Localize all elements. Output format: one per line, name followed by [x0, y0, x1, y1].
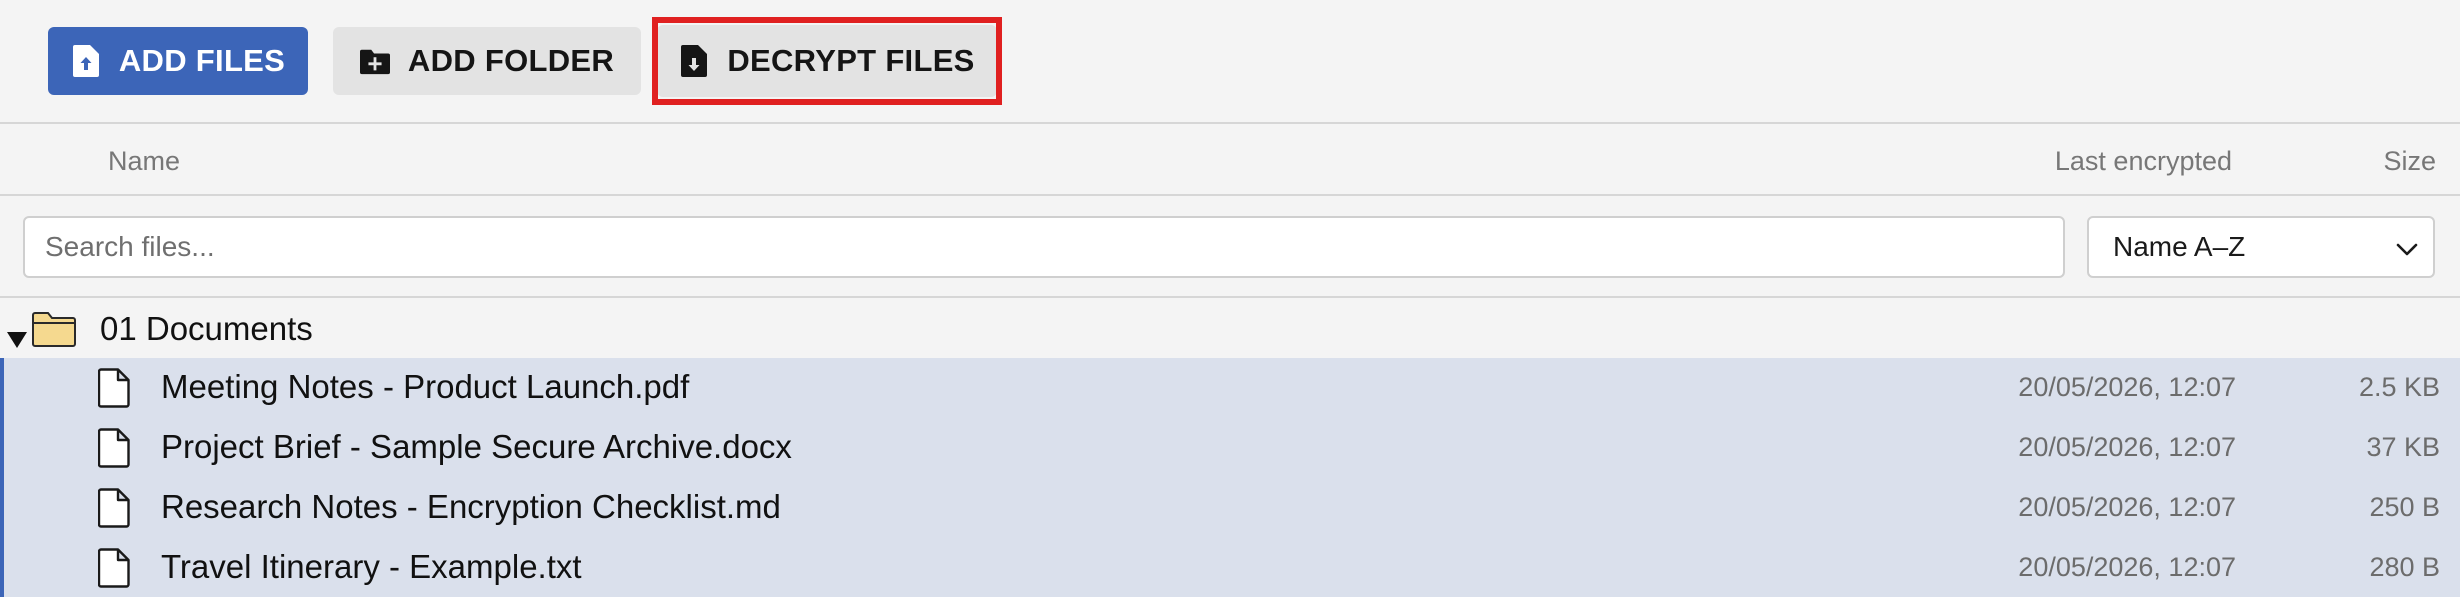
file-row[interactable]: Research Notes - Encryption Checklist.md… — [4, 478, 2460, 538]
file-name: Meeting Notes - Product Launch.pdf — [161, 368, 690, 405]
file-size: 250 B — [2369, 492, 2440, 522]
column-size[interactable]: Size — [2383, 146, 2436, 177]
file-date: 20/05/2026, 12:07 — [2018, 492, 2236, 522]
decrypt-files-label: DECRYPT FILES — [727, 43, 975, 78]
search-input[interactable] — [23, 216, 2065, 278]
file-icon — [97, 548, 130, 588]
column-header: Name Last encrypted Size — [0, 126, 2460, 196]
file-size: 280 B — [2369, 552, 2440, 582]
toolbar: ADD FILES ADD FOLDER DECRYPT FILES — [0, 0, 2460, 124]
folder-row[interactable]: 01 Documents — [0, 300, 2460, 358]
expand-triangle-icon[interactable] — [6, 320, 28, 348]
file-icon — [97, 488, 130, 528]
search-row: Name A–Z — [0, 198, 2460, 298]
column-name[interactable]: Name — [108, 146, 180, 177]
chevron-down-icon — [2395, 236, 2419, 260]
file-icon — [97, 428, 130, 468]
file-upload-icon — [71, 44, 101, 78]
add-files-label: ADD FILES — [118, 43, 286, 78]
file-row[interactable]: Project Brief - Sample Secure Archive.do… — [4, 418, 2460, 478]
folder-icon — [32, 311, 76, 347]
file-list: Meeting Notes - Product Launch.pdf 20/05… — [0, 358, 2460, 597]
file-icon — [97, 368, 130, 408]
file-name: Travel Itinerary - Example.txt — [161, 548, 582, 585]
file-row[interactable]: Meeting Notes - Product Launch.pdf 20/05… — [4, 358, 2460, 418]
add-folder-button[interactable]: ADD FOLDER — [333, 27, 641, 95]
file-name: Project Brief - Sample Secure Archive.do… — [161, 428, 792, 465]
file-date: 20/05/2026, 12:07 — [2018, 432, 2236, 462]
decrypt-files-button[interactable]: DECRYPT FILES — [657, 25, 997, 97]
file-size: 37 KB — [2366, 432, 2440, 462]
column-last-encrypted[interactable]: Last encrypted — [2055, 146, 2232, 177]
add-folder-label: ADD FOLDER — [407, 43, 615, 78]
file-date: 20/05/2026, 12:07 — [2018, 552, 2236, 582]
file-download-icon — [679, 44, 709, 78]
file-date: 20/05/2026, 12:07 — [2018, 372, 2236, 402]
file-size: 2.5 KB — [2358, 372, 2440, 402]
file-name: Research Notes - Encryption Checklist.md — [161, 488, 781, 525]
sort-select[interactable]: Name A–Z — [2087, 216, 2435, 278]
folder-plus-icon — [359, 44, 390, 78]
file-row[interactable]: Travel Itinerary - Example.txt 20/05/202… — [4, 538, 2460, 597]
add-files-button[interactable]: ADD FILES — [48, 27, 308, 95]
sort-selected-value: Name A–Z — [2113, 231, 2246, 262]
folder-name: 01 Documents — [100, 310, 313, 347]
